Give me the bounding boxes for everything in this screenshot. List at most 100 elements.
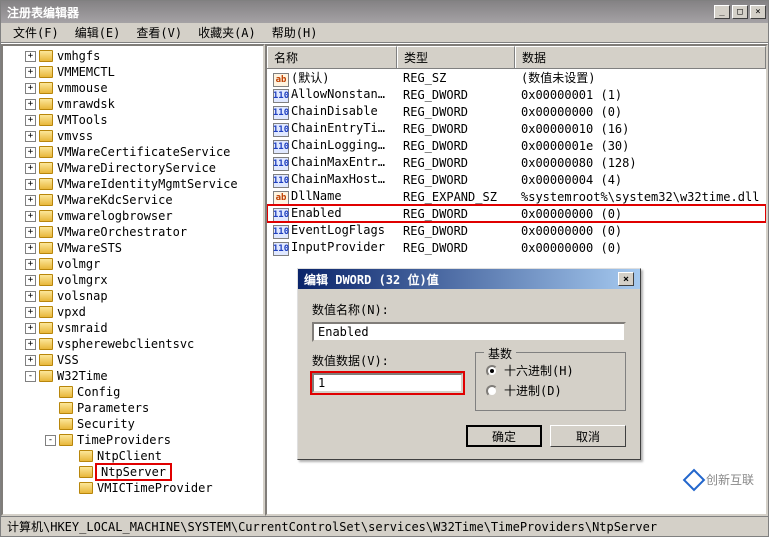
- menu-view[interactable]: 查看(V): [128, 22, 190, 43]
- expand-icon[interactable]: +: [25, 131, 36, 142]
- menu-help[interactable]: 帮助(H): [264, 22, 326, 43]
- expand-icon[interactable]: +: [25, 291, 36, 302]
- tree-item[interactable]: + VMWareCertificateService: [25, 144, 261, 160]
- tree-label[interactable]: vpxd: [55, 305, 88, 319]
- tree-label[interactable]: VMTools: [55, 113, 110, 127]
- tree-item[interactable]: + VMwareIdentityMgmtService: [25, 176, 261, 192]
- menu-edit[interactable]: 编辑(E): [67, 22, 129, 43]
- minimize-button[interactable]: _: [714, 5, 730, 19]
- tree-label[interactable]: volsnap: [55, 289, 110, 303]
- tree-label[interactable]: vspherewebclientsvc: [55, 337, 196, 351]
- expand-icon[interactable]: +: [25, 211, 36, 222]
- tree-label[interactable]: VMMEMCTL: [55, 65, 117, 79]
- list-row[interactable]: 110ChainMaxEntriesREG_DWORD0x00000080 (1…: [267, 154, 766, 171]
- tree-label[interactable]: vmvss: [55, 129, 95, 143]
- tree-item[interactable]: + vpxd: [25, 304, 261, 320]
- tree-label[interactable]: Parameters: [75, 401, 151, 415]
- radio-dec[interactable]: [486, 385, 498, 397]
- header-data[interactable]: 数据: [515, 46, 766, 68]
- tree-label[interactable]: vmwarelogbrowser: [55, 209, 175, 223]
- tree-label[interactable]: NtpClient: [95, 449, 164, 463]
- tree-label[interactable]: volmgr: [55, 257, 102, 271]
- tree-item[interactable]: + vmrawdsk: [25, 96, 261, 112]
- expand-icon[interactable]: +: [25, 243, 36, 254]
- tree-label[interactable]: VMwareKdcService: [55, 193, 175, 207]
- tree-item[interactable]: + VMwareOrchestrator: [25, 224, 261, 240]
- tree-label[interactable]: W32Time: [55, 369, 110, 383]
- tree-label[interactable]: VMWareCertificateService: [55, 145, 232, 159]
- list-row[interactable]: 110ChainEntryTimeoutREG_DWORD0x00000010 …: [267, 120, 766, 137]
- expand-icon[interactable]: +: [25, 51, 36, 62]
- tree-item[interactable]: + vmwarelogbrowser: [25, 208, 261, 224]
- tree-item[interactable]: + vmvss: [25, 128, 261, 144]
- tree-label[interactable]: vsmraid: [55, 321, 110, 335]
- data-input[interactable]: [312, 373, 463, 393]
- maximize-button[interactable]: □: [732, 5, 748, 19]
- tree-item[interactable]: + volmgrx: [25, 272, 261, 288]
- expand-icon[interactable]: +: [25, 355, 36, 366]
- name-input[interactable]: [312, 322, 626, 342]
- expand-icon[interactable]: +: [25, 147, 36, 158]
- expand-icon[interactable]: +: [25, 259, 36, 270]
- expand-icon[interactable]: +: [25, 115, 36, 126]
- tree-label[interactable]: NtpServer: [95, 463, 172, 481]
- expand-icon[interactable]: +: [25, 339, 36, 350]
- tree-item[interactable]: +vmmouse: [25, 80, 261, 96]
- tree-item[interactable]: + VMwareKdcService: [25, 192, 261, 208]
- menu-favorites[interactable]: 收藏夹(A): [190, 22, 264, 43]
- cancel-button[interactable]: 取消: [550, 425, 626, 447]
- list-row[interactable]: abDllNameREG_EXPAND_SZ%systemroot%\syste…: [267, 188, 766, 205]
- list-row[interactable]: 110EnabledREG_DWORD0x00000000 (0): [267, 205, 766, 222]
- tree-item[interactable]: + volmgr: [25, 256, 261, 272]
- expand-icon[interactable]: +: [25, 227, 36, 238]
- tree-item[interactable]: NtpClient: [65, 448, 261, 464]
- tree-label[interactable]: TimeProviders: [75, 433, 173, 447]
- tree-label[interactable]: VMwareDirectoryService: [55, 161, 218, 175]
- collapse-icon[interactable]: -: [45, 435, 56, 446]
- tree-label[interactable]: Security: [75, 417, 137, 431]
- tree-item[interactable]: -W32Time: [25, 368, 261, 384]
- list-row[interactable]: ab(默认)REG_SZ(数值未设置): [267, 69, 766, 86]
- expand-icon[interactable]: +: [25, 195, 36, 206]
- expand-icon[interactable]: +: [25, 179, 36, 190]
- radio-dec-row[interactable]: 十进制(D): [486, 382, 615, 399]
- expand-icon[interactable]: +: [25, 163, 36, 174]
- tree-item[interactable]: Security: [45, 416, 261, 432]
- expand-icon[interactable]: +: [25, 323, 36, 334]
- tree-item[interactable]: + VMwareDirectoryService: [25, 160, 261, 176]
- tree-label[interactable]: VMICTimeProvider: [95, 481, 215, 495]
- tree-item[interactable]: + VMwareSTS: [25, 240, 261, 256]
- tree-label[interactable]: VMwareSTS: [55, 241, 124, 255]
- tree-item[interactable]: Parameters: [45, 400, 261, 416]
- radio-hex-row[interactable]: 十六进制(H): [486, 362, 615, 379]
- tree-item[interactable]: + vsmraid: [25, 320, 261, 336]
- tree-item[interactable]: NtpServer: [65, 464, 261, 480]
- tree-label[interactable]: vmmouse: [55, 81, 110, 95]
- tree-item[interactable]: +vmhgfs: [25, 48, 261, 64]
- list-row[interactable]: 110EventLogFlagsREG_DWORD0x00000000 (0): [267, 222, 766, 239]
- tree-label[interactable]: volmgrx: [55, 273, 110, 287]
- list-row[interactable]: 110ChainMaxHostEnt...REG_DWORD0x00000004…: [267, 171, 766, 188]
- list-row[interactable]: 110AllowNonstandar...REG_DWORD0x00000001…: [267, 86, 766, 103]
- expand-icon[interactable]: +: [25, 307, 36, 318]
- list-row[interactable]: 110InputProviderREG_DWORD0x00000000 (0): [267, 239, 766, 256]
- expand-icon[interactable]: +: [25, 275, 36, 286]
- tree-item[interactable]: + vspherewebclientsvc: [25, 336, 261, 352]
- tree-label[interactable]: VMwareOrchestrator: [55, 225, 189, 239]
- dialog-close-button[interactable]: ×: [618, 272, 634, 286]
- tree-label[interactable]: vmrawdsk: [55, 97, 117, 111]
- tree-item[interactable]: + VSS: [25, 352, 261, 368]
- tree-item[interactable]: + VMTools: [25, 112, 261, 128]
- expand-icon[interactable]: +: [25, 67, 36, 78]
- list-row[interactable]: 110ChainLoggingRateREG_DWORD0x0000001e (…: [267, 137, 766, 154]
- tree-item[interactable]: + volsnap: [25, 288, 261, 304]
- radio-hex[interactable]: [486, 365, 498, 377]
- tree-item[interactable]: Config: [45, 384, 261, 400]
- close-button[interactable]: ×: [750, 5, 766, 19]
- tree-label[interactable]: VMwareIdentityMgmtService: [55, 177, 240, 191]
- tree-label[interactable]: VSS: [55, 353, 81, 367]
- expand-icon[interactable]: +: [25, 99, 36, 110]
- tree-item[interactable]: - TimeProviders: [45, 432, 261, 448]
- menu-file[interactable]: 文件(F): [5, 22, 67, 43]
- tree-panel[interactable]: +vmhgfs+VMMEMCTL+vmmouse+vmrawdsk+VMTool…: [1, 44, 265, 516]
